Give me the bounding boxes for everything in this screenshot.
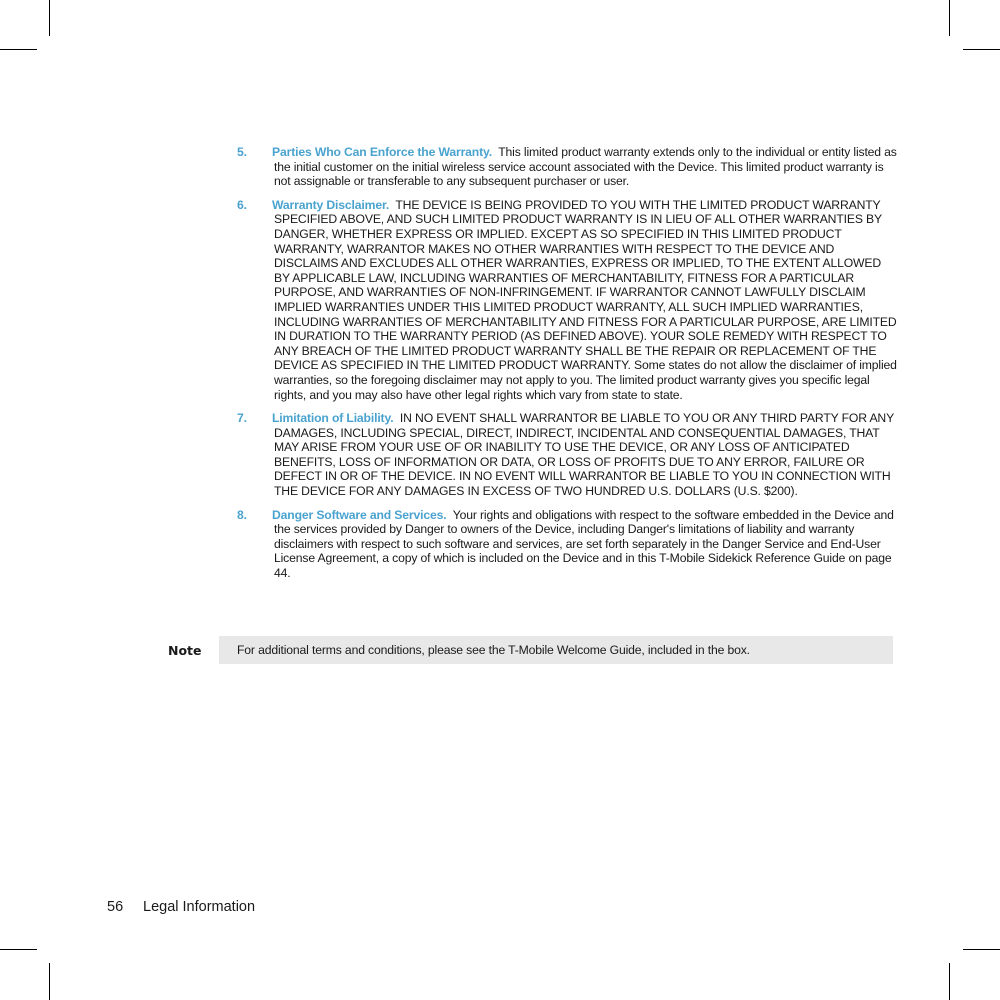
- section-5: 5. Parties Who Can Enforce the Warranty.…: [237, 145, 897, 189]
- crop-mark: [963, 49, 1000, 50]
- section-number: 7.: [237, 411, 247, 426]
- legal-sections: 5. Parties Who Can Enforce the Warranty.…: [237, 145, 897, 590]
- section-8: 8. Danger Software and Services. Your ri…: [237, 508, 897, 581]
- crop-mark: [49, 963, 50, 1000]
- note-label: Note: [168, 643, 202, 658]
- page-footer: 56 Legal Information: [107, 899, 255, 915]
- note-callout: Note For additional terms and conditions…: [168, 636, 893, 664]
- section-heading: Danger Software and Services.: [272, 507, 447, 522]
- note-text: For additional terms and conditions, ple…: [237, 643, 750, 657]
- section-heading: Warranty Disclaimer.: [272, 197, 390, 212]
- crop-mark: [949, 0, 950, 36]
- footer-section-title: Legal Information: [143, 899, 256, 915]
- section-body: THE DEVICE IS BEING PROVIDED TO YOU WITH…: [274, 197, 897, 402]
- crop-mark: [49, 0, 50, 36]
- section-7: 7. Limitation of Liability. IN NO EVENT …: [237, 411, 897, 499]
- section-6: 6. Warranty Disclaimer. THE DEVICE IS BE…: [237, 198, 897, 402]
- crop-mark: [0, 49, 37, 50]
- section-number: 6.: [237, 197, 247, 212]
- section-number: 8.: [237, 507, 247, 522]
- crop-mark: [0, 949, 37, 950]
- crop-mark: [949, 963, 950, 1000]
- section-heading: Limitation of Liability.: [272, 411, 394, 426]
- section-number: 5.: [237, 145, 247, 159]
- note-box: For additional terms and conditions, ple…: [219, 636, 893, 664]
- page-number: 56: [107, 899, 124, 915]
- section-heading: Parties Who Can Enforce the Warranty.: [272, 145, 492, 159]
- crop-mark: [963, 949, 1000, 950]
